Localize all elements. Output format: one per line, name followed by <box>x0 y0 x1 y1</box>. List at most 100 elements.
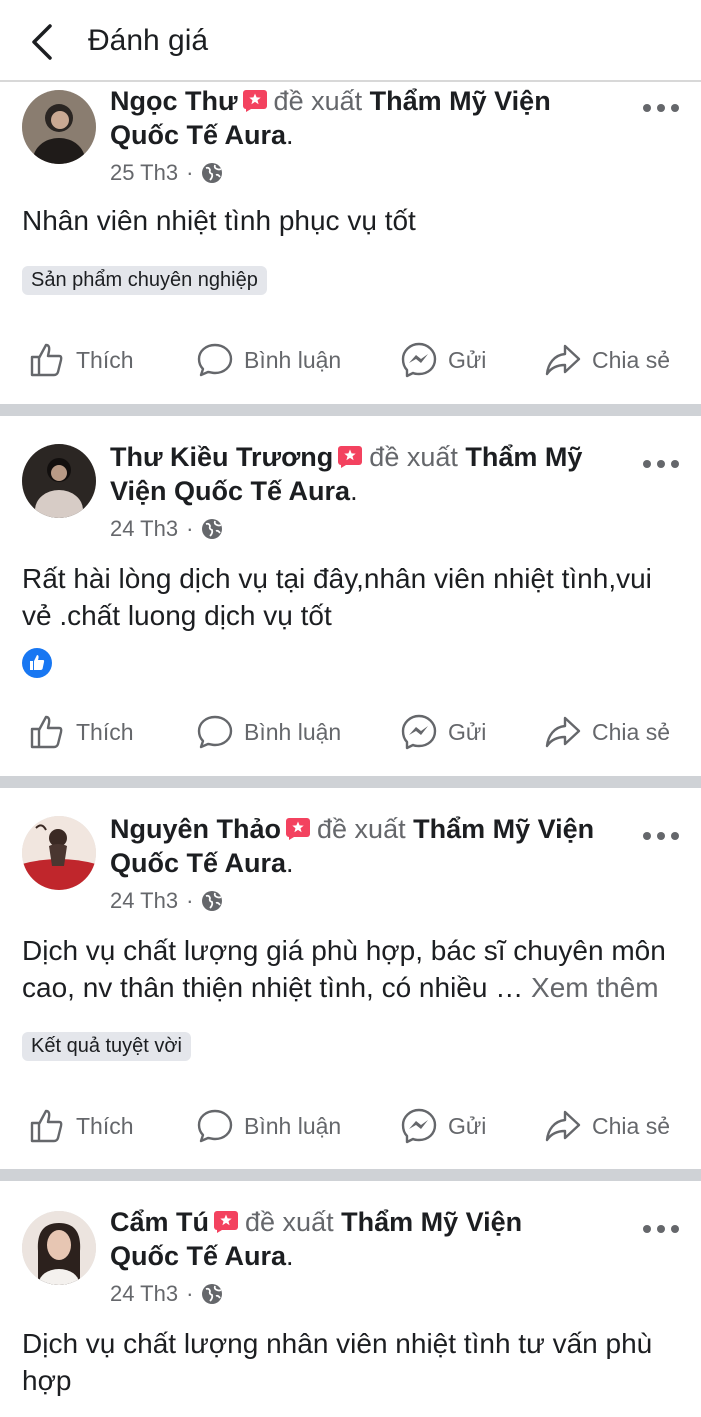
like-label: Thích <box>76 1112 134 1139</box>
review-post: Thư Kiều Trương đề xuất Thẩm Mỹ Viện Quốc … <box>0 416 701 776</box>
share-button[interactable]: Chia sẻ <box>544 336 670 384</box>
globe-icon <box>202 163 223 183</box>
post-meta: 24 Th3 · <box>110 516 223 542</box>
author-name[interactable]: Ngọc Thư <box>110 86 238 116</box>
thumbs-up-icon <box>30 715 63 749</box>
like-button[interactable]: Thích <box>28 1102 134 1150</box>
action-bar: Thích Bình luận Gửi Chia sẻ <box>0 708 701 756</box>
post-header: Cẩm Tú đề xuất Thẩm Mỹ Viện Quốc Tế Aura. <box>110 1207 523 1271</box>
send-label: Gửi <box>448 1112 487 1139</box>
post-date[interactable]: 24 Th3 <box>110 888 178 914</box>
like-button[interactable]: Thích <box>28 708 134 756</box>
avatar[interactable] <box>22 816 96 890</box>
review-text-line: Rất hài lòng dịch vụ tại đây,nhân viên n… <box>22 563 652 594</box>
share-label: Chia sẻ <box>592 346 670 373</box>
more-options-button[interactable] <box>643 1219 683 1239</box>
review-text-line: Dịch vụ chất lượng giá phù hợp, bác sĩ c… <box>22 935 666 966</box>
review-tag: Kết quả tuyệt vời <box>22 1032 191 1061</box>
author-name[interactable]: Cẩm Tú <box>110 1207 209 1237</box>
post-separator <box>0 1169 701 1181</box>
reaction-like-badge[interactable] <box>22 648 52 678</box>
page-name-cont[interactable]: Quốc Tế Aura <box>110 120 286 150</box>
page-name-cont[interactable]: Quốc Tế Aura <box>110 1241 286 1271</box>
recommend-verb: đề xuất <box>245 1207 334 1237</box>
recommend-verb: đề xuất <box>369 442 458 472</box>
review-text: Dịch vụ chất lượng giá phù hợp, bác sĩ c… <box>22 932 692 1006</box>
review-text-line: cao, nv thân thiện nhiệt tình, có nhiều … <box>22 972 532 1003</box>
recommend-flag-icon <box>214 1211 239 1233</box>
send-button[interactable]: Gửi <box>400 1102 486 1150</box>
review-text-line: Dịch vụ chất lượng nhân viên nhiệt tình … <box>22 1328 653 1359</box>
comment-button[interactable]: Bình luận <box>196 336 341 384</box>
review-post: Ngọc Thư đề xuất Thẩm Mỹ Viện Quốc Tế Aura… <box>0 84 701 402</box>
post-header: Ngọc Thư đề xuất Thẩm Mỹ Viện Quốc Tế Aura… <box>110 86 551 150</box>
post-meta: 24 Th3 · <box>110 1281 223 1307</box>
action-bar: Thích Bình luận Gửi Chia sẻ <box>0 336 701 384</box>
globe-icon <box>202 519 223 539</box>
page-name[interactable]: Thẩm Mỹ <box>465 442 582 472</box>
share-label: Chia sẻ <box>592 1112 670 1139</box>
avatar[interactable] <box>22 444 96 518</box>
like-label: Thích <box>76 346 134 373</box>
post-date[interactable]: 25 Th3 <box>110 160 178 186</box>
top-bar: Đánh giá <box>0 0 701 82</box>
more-options-button[interactable] <box>643 454 683 474</box>
avatar[interactable] <box>22 1211 96 1285</box>
comment-label: Bình luận <box>244 1112 342 1139</box>
review-post: Cẩm Tú đề xuất Thẩm Mỹ Viện Quốc Tế Aura. … <box>0 1181 701 1417</box>
post-separator <box>0 404 701 416</box>
globe-icon <box>202 891 223 911</box>
post-header: Thư Kiều Trương đề xuất Thẩm Mỹ Viện Quốc … <box>110 442 583 506</box>
comment-label: Bình luận <box>244 346 342 373</box>
comment-button[interactable]: Bình luận <box>196 1102 341 1150</box>
page-name-cont[interactable]: Viện Quốc Tế Aura <box>110 476 350 506</box>
messenger-icon <box>401 714 437 750</box>
comment-bubble-icon <box>197 343 233 377</box>
author-name[interactable]: Nguyên Thảo <box>110 814 281 844</box>
post-meta: 25 Th3 · <box>110 160 223 186</box>
comment-button[interactable]: Bình luận <box>196 708 341 756</box>
share-arrow-icon <box>545 1110 581 1142</box>
send-button[interactable]: Gửi <box>400 708 486 756</box>
comment-bubble-icon <box>197 1109 233 1143</box>
post-meta: 24 Th3 · <box>110 888 223 914</box>
review-tag: Sản phẩm chuyên nghiệp <box>22 266 267 295</box>
review-text: Dịch vụ chất lượng nhân viên nhiệt tình … <box>22 1325 692 1399</box>
share-button[interactable]: Chia sẻ <box>544 1102 670 1150</box>
share-label: Chia sẻ <box>592 718 670 745</box>
thumbs-up-icon <box>30 655 45 670</box>
send-label: Gửi <box>448 718 487 745</box>
send-label: Gửi <box>448 346 487 373</box>
share-arrow-icon <box>545 344 581 376</box>
more-options-button[interactable] <box>643 826 683 846</box>
comment-bubble-icon <box>197 715 233 749</box>
review-text-line: vẻ .chất luong dịch vụ tốt <box>22 600 332 631</box>
author-name[interactable]: Thư Kiều Trương <box>110 442 333 472</box>
comment-label: Bình luận <box>244 718 342 745</box>
more-options-button[interactable] <box>643 98 683 118</box>
like-label: Thích <box>76 718 134 745</box>
post-header: Nguyên Thảo đề xuất Thẩm Mỹ Viện Quốc Tế A… <box>110 814 595 878</box>
see-more-link[interactable]: Xem thêm <box>531 972 659 1003</box>
post-date[interactable]: 24 Th3 <box>110 516 178 542</box>
avatar[interactable] <box>22 90 96 164</box>
recommend-verb: đề xuất <box>317 814 406 844</box>
page-name[interactable]: Thẩm Mỹ Viện <box>413 814 594 844</box>
page-name[interactable]: Thẩm Mỹ Viện <box>370 86 551 116</box>
like-button[interactable]: Thích <box>28 336 134 384</box>
thumbs-up-icon <box>30 343 63 377</box>
send-button[interactable]: Gửi <box>400 336 486 384</box>
recommend-flag-icon <box>338 446 363 468</box>
post-date[interactable]: 24 Th3 <box>110 1281 178 1307</box>
action-bar: Thích Bình luận Gửi Chia sẻ <box>0 1102 701 1150</box>
review-text: Nhân viên nhiệt tình phục vụ tốt <box>22 205 416 236</box>
thumbs-up-icon <box>30 1109 63 1143</box>
back-button[interactable] <box>26 22 60 62</box>
messenger-icon <box>401 342 437 378</box>
page-name[interactable]: Thẩm Mỹ Viện <box>341 1207 522 1237</box>
share-button[interactable]: Chia sẻ <box>544 708 670 756</box>
chevron-left-icon <box>32 24 52 60</box>
recommend-flag-icon <box>286 818 311 840</box>
review-text-line: hợp <box>22 1365 72 1396</box>
page-name-cont[interactable]: Quốc Tế Aura <box>110 848 286 878</box>
